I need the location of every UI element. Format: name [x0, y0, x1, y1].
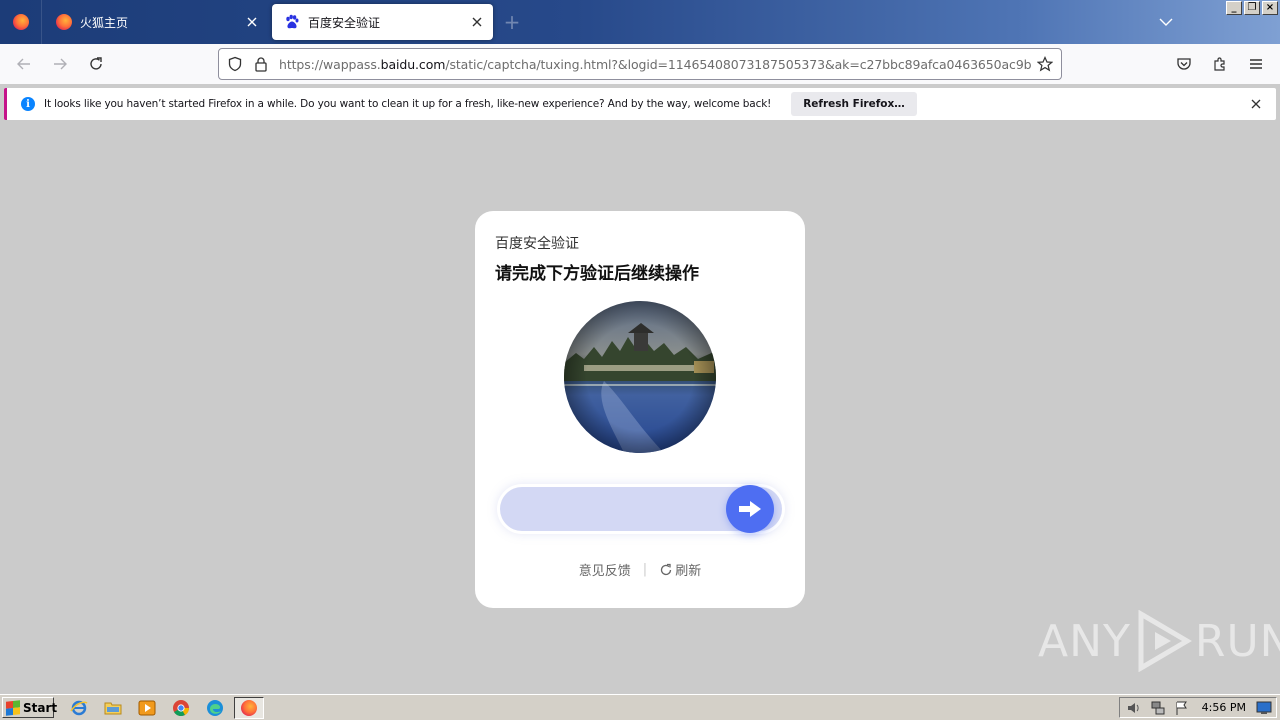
- baidu-paw-icon: [284, 14, 300, 30]
- notification-bar: i It looks like you haven’t started Fire…: [4, 88, 1276, 120]
- forward-button[interactable]: [46, 50, 74, 78]
- slider-handle[interactable]: [726, 485, 774, 533]
- new-tab-button[interactable]: +: [502, 12, 522, 32]
- close-icon[interactable]: [240, 10, 264, 34]
- tab-bar: 火狐主页 百度安全验证 + _ ❐ ×: [0, 0, 1280, 44]
- flag-icon: [1176, 701, 1187, 715]
- chevron-down-icon: [1159, 18, 1173, 26]
- refresh-firefox-button[interactable]: Refresh Firefox…: [791, 92, 917, 116]
- list-all-tabs-button[interactable]: [1156, 12, 1176, 32]
- tab-baidu-verify[interactable]: 百度安全验证: [272, 4, 493, 40]
- firefox-view-button[interactable]: [0, 0, 42, 44]
- rotate-slider-track[interactable]: [497, 484, 785, 534]
- captcha-subtitle: 百度安全验证: [495, 236, 579, 252]
- anyrun-watermark: ANY RUN: [1038, 606, 1280, 676]
- captcha-card: 百度安全验证 请完成下方验证后继续操作 意见反馈 | 刷新: [475, 211, 805, 608]
- notification-message: It looks like you haven’t started Firefo…: [44, 98, 772, 110]
- bookmark-star-icon[interactable]: [1035, 54, 1055, 74]
- forward-arrow-icon: [54, 58, 67, 70]
- taskbar-firefox-button[interactable]: [234, 697, 264, 719]
- pocket-button[interactable]: [1170, 50, 1198, 78]
- close-window-button[interactable]: ×: [1262, 1, 1278, 15]
- network-icon: [1151, 701, 1165, 714]
- app-menu-button[interactable]: [1242, 50, 1270, 78]
- start-label: Start: [23, 700, 58, 715]
- reload-button[interactable]: [82, 50, 110, 78]
- tab-label: 火狐主页: [80, 15, 129, 30]
- url-bar[interactable]: https://wappass.baidu.com/static/captcha…: [218, 48, 1062, 80]
- captcha-title: 请完成下方验证后继续操作: [495, 264, 699, 284]
- close-icon[interactable]: [465, 10, 489, 34]
- clock: 4:56 PM: [1201, 701, 1246, 714]
- tab-label: 百度安全验证: [308, 15, 381, 30]
- url-path: /static/captcha/tuxing.html?&logid=11465…: [445, 56, 1031, 72]
- desktop-icon: [1256, 701, 1272, 714]
- refresh-label: 刷新: [675, 564, 702, 579]
- puzzle-icon: [1214, 57, 1225, 71]
- explorer-folder-icon[interactable]: [104, 699, 122, 717]
- feedback-link[interactable]: 意见反馈: [579, 560, 631, 579]
- media-player-icon[interactable]: [138, 699, 156, 717]
- link-separator: |: [642, 562, 648, 577]
- url-prefix: https://wappass.: [279, 56, 381, 72]
- captcha-rotation-image: [564, 301, 716, 453]
- ie-icon[interactable]: [70, 699, 88, 717]
- chrome-icon[interactable]: [172, 699, 190, 717]
- tab-firefox-home[interactable]: 火狐主页: [44, 4, 268, 40]
- watermark-text-left: ANY: [1038, 615, 1131, 667]
- play-triangle-icon: [1138, 610, 1192, 672]
- watermark-text-right: RUN: [1194, 615, 1280, 667]
- url-host: baidu.com: [380, 56, 446, 72]
- reload-icon: [90, 57, 102, 70]
- minimize-button[interactable]: _: [1226, 1, 1242, 15]
- volume-icon: [1128, 702, 1139, 713]
- captcha-links: 意见反馈 | 刷新: [475, 560, 805, 579]
- refresh-icon: [661, 563, 672, 575]
- close-icon[interactable]: [1248, 96, 1264, 112]
- extensions-button[interactable]: [1206, 50, 1234, 78]
- windows-logo-icon: [6, 699, 20, 716]
- back-button[interactable]: [10, 50, 38, 78]
- firefox-icon: [56, 14, 72, 30]
- hamburger-menu-icon: [1250, 59, 1262, 69]
- edge-icon[interactable]: [206, 699, 224, 717]
- refresh-link[interactable]: 刷新: [659, 560, 701, 579]
- url-text[interactable]: https://wappass.baidu.com/static/captcha…: [279, 57, 1031, 72]
- pocket-icon: [1177, 58, 1191, 70]
- tracking-protection-shield-icon[interactable]: [225, 54, 245, 74]
- back-arrow-icon: [17, 58, 30, 70]
- restore-button[interactable]: ❐: [1244, 1, 1260, 15]
- lock-icon[interactable]: [251, 54, 271, 74]
- firefox-icon: [12, 14, 29, 30]
- taskbar: Start 4:56 PM: [0, 694, 1280, 720]
- navigation-toolbar: https://wappass.baidu.com/static/captcha…: [0, 44, 1280, 84]
- info-icon: i: [21, 97, 35, 111]
- window-controls: _ ❐ ×: [1226, 1, 1278, 15]
- system-tray: 4:56 PM: [1119, 697, 1277, 718]
- start-button[interactable]: Start: [2, 697, 58, 718]
- firefox-icon: [241, 700, 257, 716]
- arrow-right-icon: [739, 501, 761, 517]
